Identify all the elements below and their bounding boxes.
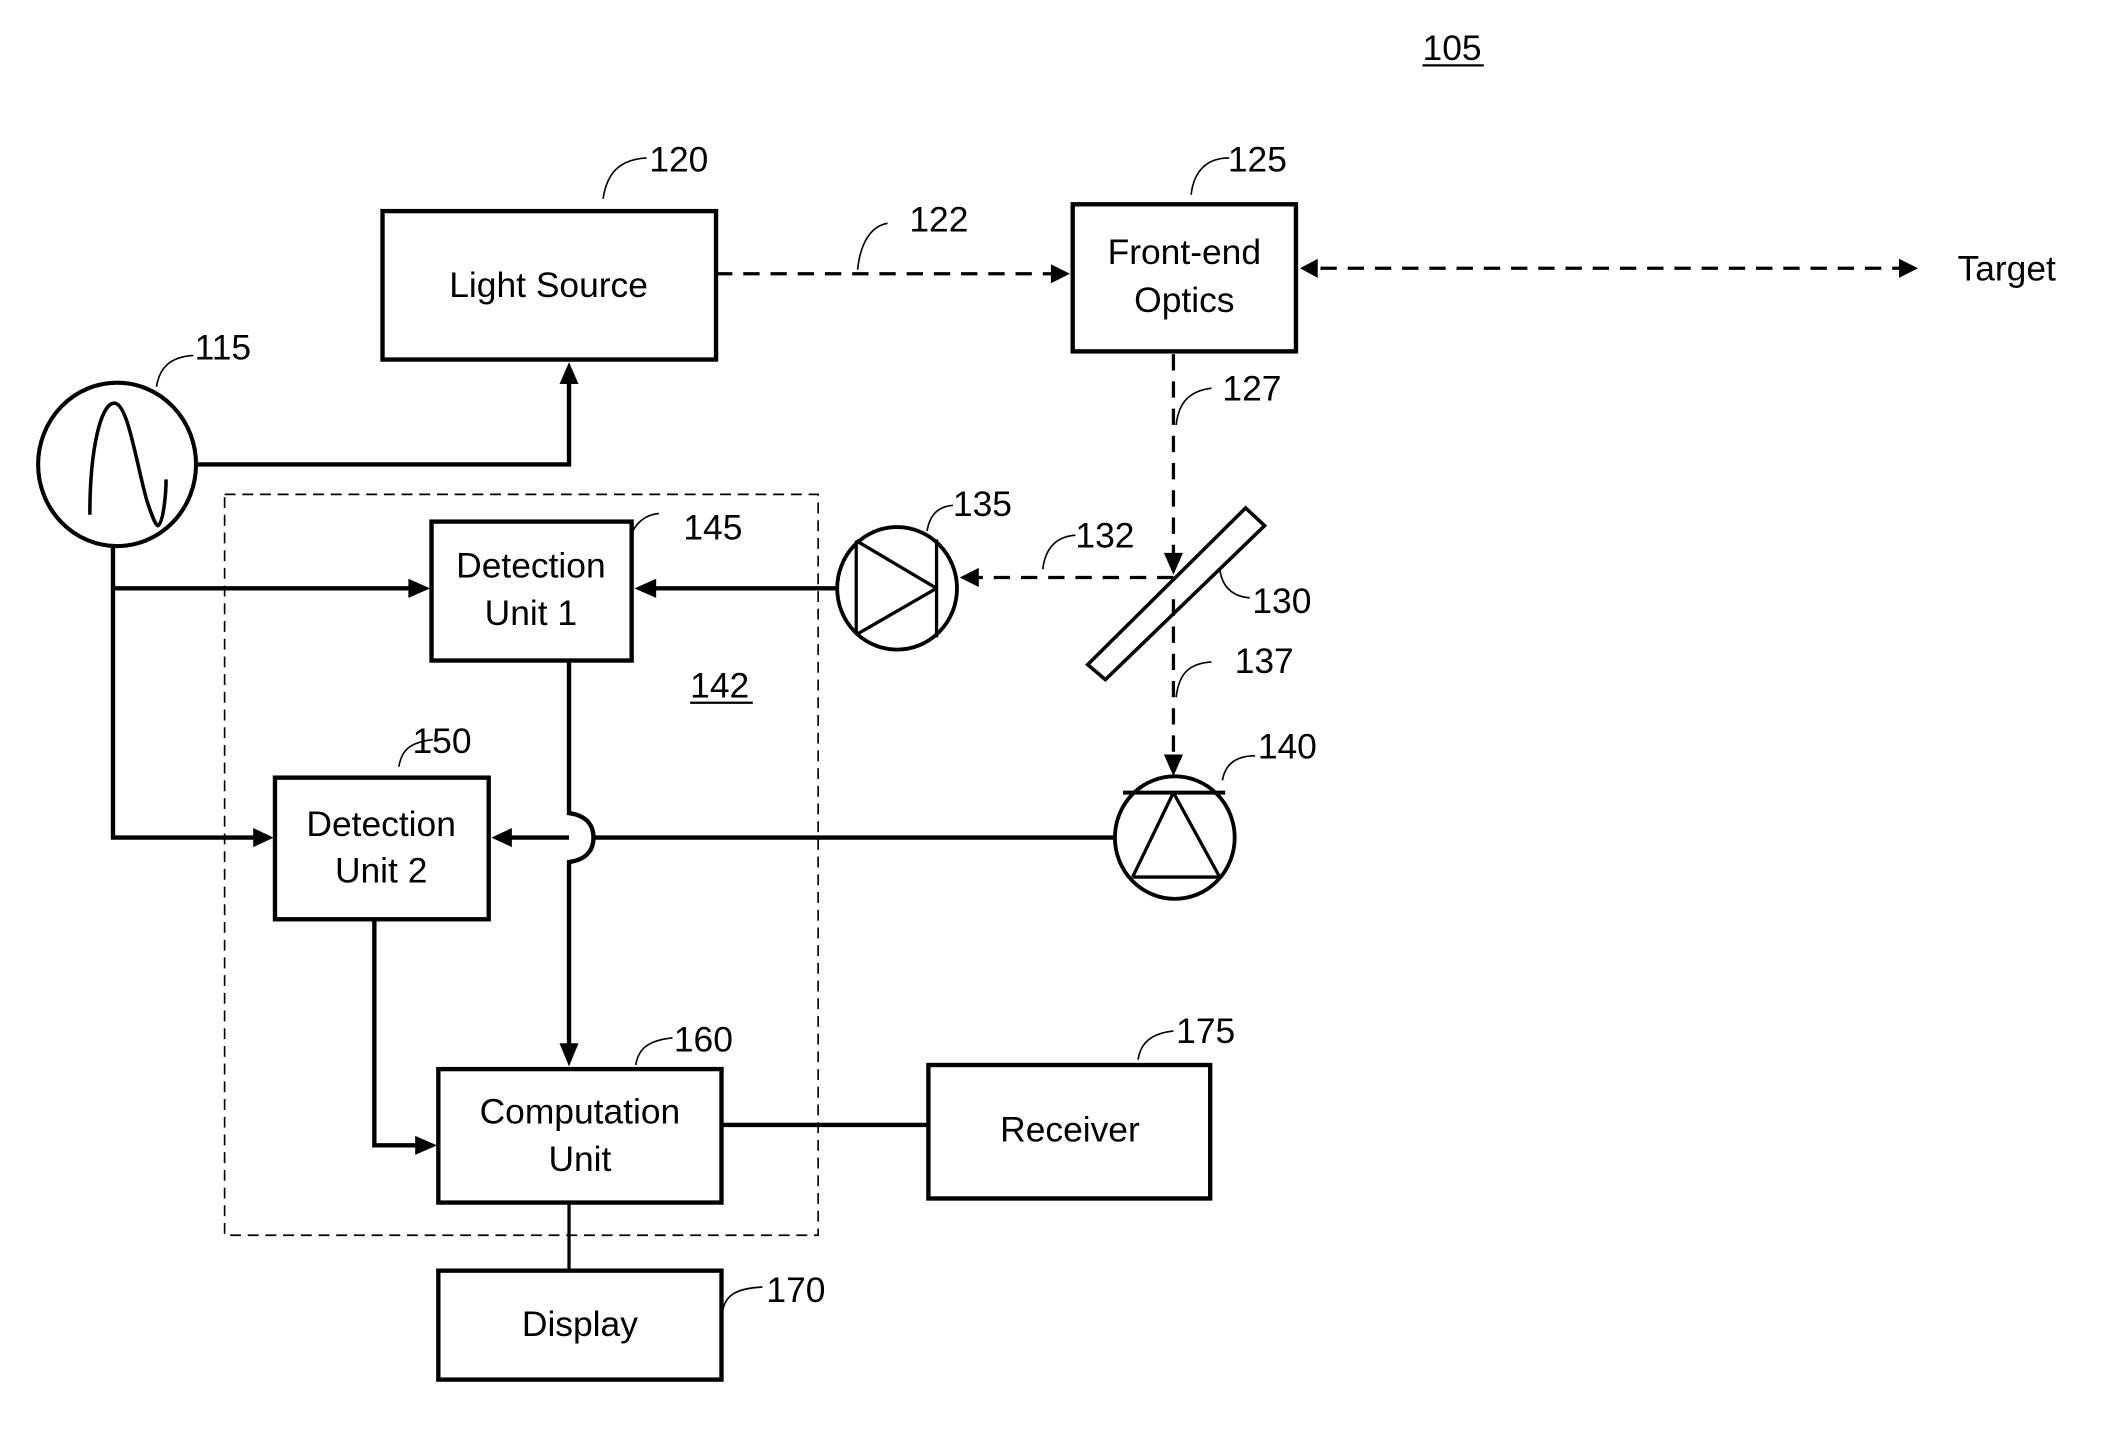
computation-unit-label-line1: Computation [480, 1092, 681, 1132]
detection-unit-1-label-line1: Detection [456, 545, 605, 585]
wire-pd2-to-du2 [491, 828, 1115, 848]
front-end-optics-box [1070, 202, 1299, 354]
light-source-label: Light Source [449, 265, 648, 305]
detection-unit-1-ref: 145 [683, 507, 742, 547]
oscillator-ref: 115 [195, 328, 251, 368]
beam-127-ref: 127 [1222, 368, 1281, 408]
oscillator-leader [155, 354, 194, 387]
photodiode-icon [1112, 774, 1237, 901]
computation-unit-box [436, 1066, 724, 1205]
beam-122: 122 [716, 200, 1070, 284]
light-source-leader [602, 157, 647, 199]
wire-osc-to-light-source [196, 362, 579, 467]
wire-osc-to-du1-arrowhead [408, 578, 431, 598]
detection-unit-2-ref: 150 [412, 721, 471, 761]
beam-132-leader [1041, 534, 1076, 570]
target-beam-arrowhead-right [1899, 258, 1919, 278]
light-source-block: Light Source 120 [380, 140, 719, 362]
receiver-ref: 175 [1176, 1011, 1235, 1051]
block-diagram: 105 142 Light Source 120 Front-end Optic… [36, 28, 2056, 1382]
wire-du1-to-computation-arrowhead [559, 1043, 579, 1067]
receiver-block: Receiver 175 [926, 1011, 1235, 1201]
group-ref-label: 142 [690, 665, 749, 705]
detection-unit-1-leader [629, 512, 659, 539]
detection-unit-1-box [429, 519, 634, 663]
beam-122-leader [856, 222, 888, 270]
wire-du1-to-computation [559, 660, 596, 1067]
wire-du2-to-computation-line [372, 919, 417, 1148]
display-block: Display 170 [436, 1268, 825, 1382]
display-label: Display [522, 1304, 638, 1344]
detection-unit-1-block: Detection Unit 1 145 [429, 507, 742, 663]
beam-132: 132 [959, 515, 1174, 587]
beam-137-leader [1175, 661, 1212, 698]
figure-reference: 105 [1423, 28, 1484, 68]
beam-132-arrowhead [959, 567, 979, 587]
computation-unit-ref: 160 [674, 1019, 733, 1059]
photodetector-140: 140 [1112, 727, 1317, 901]
photodiode-icon [835, 525, 959, 652]
receiver-label: Receiver [1000, 1109, 1140, 1149]
wire-du2-to-computation-arrowhead [415, 1135, 437, 1155]
target-beam-arrowhead-left [1300, 258, 1318, 278]
wire-du1-to-computation-line [566, 660, 596, 1046]
receiver-leader [1137, 1030, 1174, 1060]
front-end-optics-label-line1: Front-end [1108, 232, 1261, 272]
wire-du2-to-computation [372, 919, 437, 1155]
wire-pd1-to-du1-arrowhead [634, 578, 657, 598]
target-beam: Target [1300, 249, 2056, 289]
beam-132-ref: 132 [1075, 515, 1134, 555]
sine-wave-source-icon [36, 380, 199, 549]
beam-137-ref: 137 [1235, 641, 1294, 681]
wire-pd2-to-du2-arrowhead [491, 828, 512, 848]
processing-group-reference: 142 [690, 665, 753, 705]
photodetector-135-leader [926, 504, 953, 532]
light-source-ref: 120 [649, 140, 708, 180]
target-label: Target [1958, 249, 2057, 289]
beam-splitter-leader [1218, 569, 1250, 599]
photodetector-135: 135 [835, 484, 1012, 652]
detection-unit-2-box [272, 775, 491, 922]
display-leader [722, 1286, 763, 1311]
photodetector-140-ref: 140 [1258, 727, 1317, 767]
front-end-optics-ref: 125 [1228, 140, 1287, 180]
detection-unit-2-label-line2: Unit 2 [335, 851, 427, 891]
wire-osc-to-light-source-line [196, 381, 572, 467]
computation-unit-label-line2: Unit [548, 1139, 611, 1179]
figure-ref-label: 105 [1423, 28, 1482, 68]
computation-unit-block: Computation Unit 160 [436, 1019, 733, 1205]
computation-unit-leader [634, 1036, 673, 1066]
display-ref: 170 [766, 1270, 825, 1310]
front-end-optics-label-line2: Optics [1134, 280, 1234, 320]
beam-splitter-ref: 130 [1252, 581, 1311, 621]
beam-137-arrowhead [1163, 754, 1183, 777]
photodetector-140-leader [1221, 755, 1256, 781]
photodetector-135-ref: 135 [953, 484, 1012, 524]
front-end-optics-leader [1190, 157, 1230, 195]
wire-osc-to-du2-arrowhead [253, 828, 274, 848]
beam-122-ref: 122 [909, 200, 968, 240]
wire-osc-to-light-source-arrowhead [559, 362, 579, 385]
detection-unit-2-label-line1: Detection [306, 804, 455, 844]
detection-unit-2-block: Detection Unit 2 150 [272, 721, 491, 922]
beam-127-leader [1175, 387, 1212, 426]
oscillator-115: 115 [36, 328, 251, 549]
beam-122-arrowhead [1050, 264, 1070, 284]
detection-unit-1-label-line2: Unit 1 [485, 593, 577, 633]
front-end-optics-block: Front-end Optics 125 [1070, 140, 1299, 354]
wire-pd1-to-du1 [634, 578, 838, 598]
